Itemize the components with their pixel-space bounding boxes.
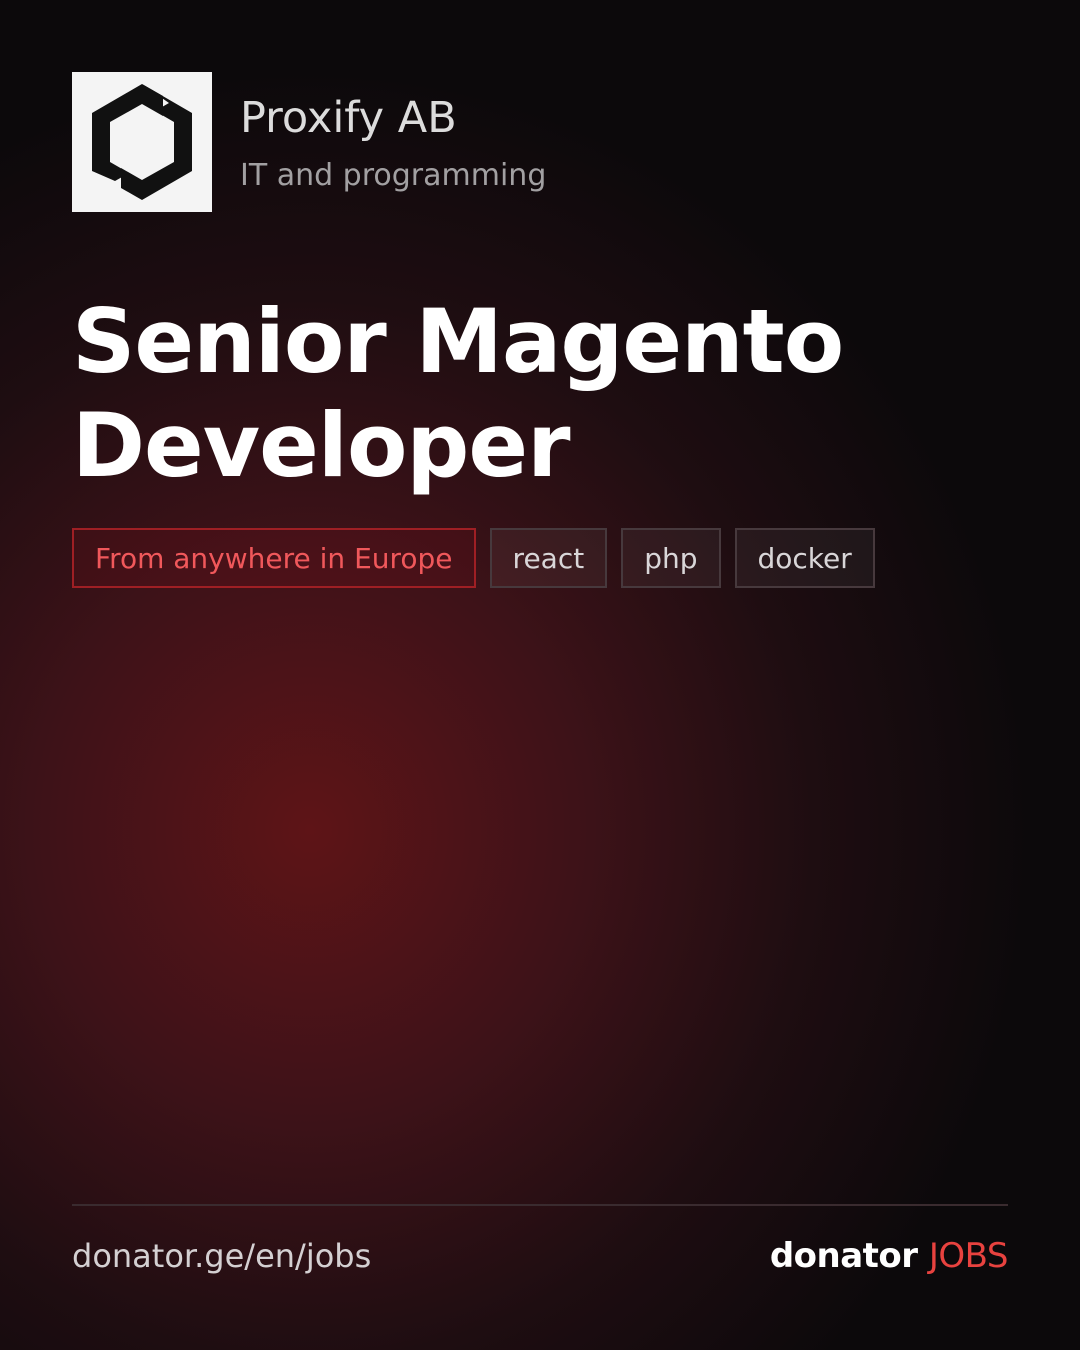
skill-tag-php: php: [621, 528, 721, 588]
job-post-card: Proxify AB IT and programming Senior Mag…: [0, 0, 1080, 1350]
tag-list: From anywhere in Europe react php docker: [72, 528, 875, 588]
brand-primary-text: donator: [769, 1236, 918, 1276]
company-category: IT and programming: [240, 158, 547, 193]
skill-tag-react: react: [489, 528, 608, 588]
footer-url: donator.ge/en/jobs: [72, 1237, 372, 1275]
footer-divider: [72, 1204, 1008, 1206]
skill-tag-docker: docker: [734, 528, 875, 588]
job-title: Senior Magento Developer: [72, 290, 844, 497]
brand-accent-text: JOBS: [928, 1236, 1009, 1276]
footer-brand-logo: donator JOBS: [769, 1236, 1009, 1276]
proxify-logo-icon: [92, 84, 192, 200]
location-tag: From anywhere in Europe: [72, 528, 476, 588]
company-name: Proxify AB: [240, 93, 457, 143]
company-logo: [72, 72, 212, 212]
